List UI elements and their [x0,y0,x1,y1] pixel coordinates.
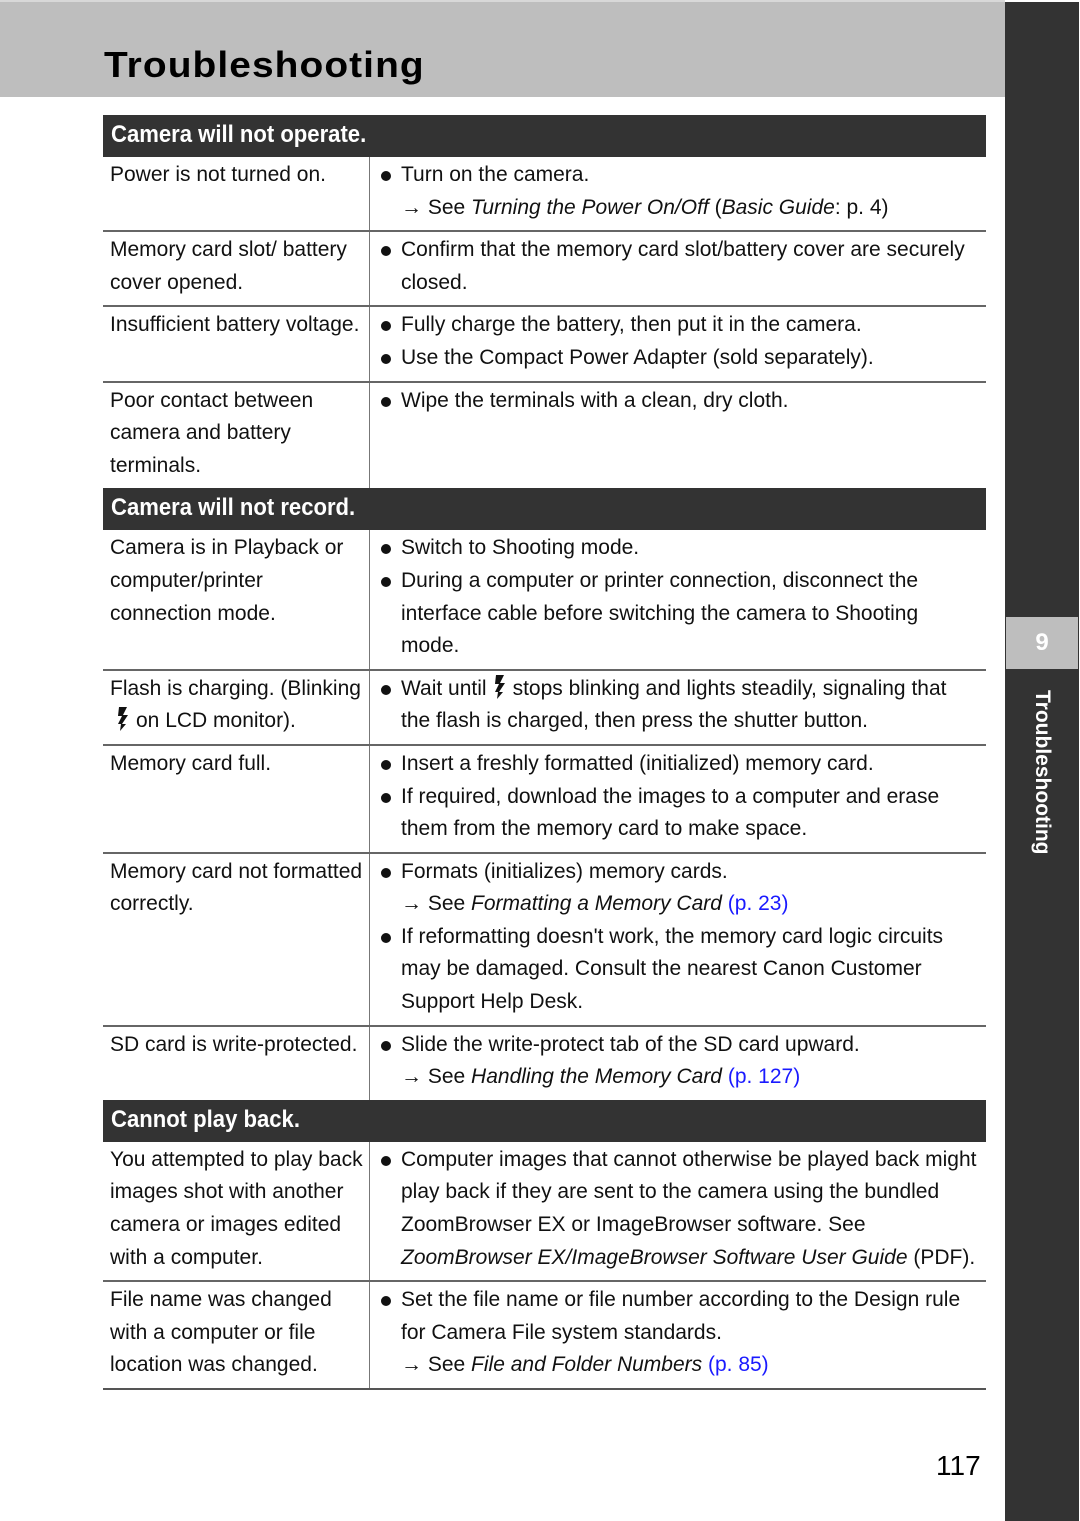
cause-cell: Memory card full. [103,743,370,853]
page-number: 117 [936,1450,981,1481]
solution-cell: Computer images that cannot otherwise be… [370,1142,987,1281]
solution-cell: Turn on the camera. → See Turning the Po… [370,157,987,231]
solution-cell: Insert a freshly formatted (initialized)… [369,743,986,853]
flash-icon [494,674,505,699]
table-row: You attempted to play back images shot w… [103,1141,987,1282]
solution-cell: Switch to Shooting mode. During a comput… [370,530,987,669]
cause-cell: Memory card not formatted correctly. [103,851,370,1026]
solution-bullet: Confirm that the memory card slot/batter… [377,234,980,299]
page-title: Troubleshooting [104,44,425,85]
solution-bullet: If required, download the images to a co… [377,781,980,846]
section-heading-camera-will-not-operate: Camera will not operate. [103,115,986,157]
table-row: SD card is write-protected. Slide the wr… [103,1024,986,1100]
solution-cell: Set the file name or file number accordi… [369,1280,986,1390]
table-row: Insufficient battery voltage. Fully char… [103,305,986,382]
cause-cell: Insufficient battery voltage. [103,305,370,382]
troubleshooting-content: Camera will not operate. Power is not tu… [103,115,986,1390]
page-link[interactable]: (p. 23) [722,892,789,915]
cause-cell: File name was changed with a computer or… [103,1280,370,1390]
solution-cell: Fully charge the battery, then put it in… [369,305,986,382]
cross-reference: → See Handling the Memory Card (p. 127) [401,1065,801,1089]
chapter-number: 9 [1006,617,1078,669]
cause-cell: Camera is in Playback or computer/printe… [103,530,370,670]
solution-bullet: Formats (initializes) memory cards. [377,856,980,889]
solution-bullet: Insert a freshly formatted (initialized)… [377,748,980,781]
table-row: Flash is charging. (Blinkingon LCD monit… [103,668,986,745]
solution-cell: Wipe the terminals with a clean, dry clo… [369,380,986,489]
cause-cell: SD card is write-protected. [103,1024,370,1100]
cause-cell: Power is not turned on. [103,157,370,232]
side-tab-label-text: Troubleshooting [1031,690,1054,855]
page-link[interactable]: (p. 127) [722,1065,800,1088]
solution-bullet: Wipe the terminals with a clean, dry clo… [377,385,980,418]
table-row: File name was changed with a computer or… [103,1280,986,1390]
solution-bullet: Use the Compact Power Adapter (sold sepa… [377,342,980,375]
solution-bullet: Turn on the camera. [377,159,980,192]
solution-bullet: During a computer or printer connection,… [377,565,980,663]
solution-cell: Wait until stops blinking and lights stea… [369,668,986,745]
cross-reference: → See File and Folder Numbers (p. 85) [401,1353,769,1377]
table-row: Memory card not formatted correctly. For… [103,851,986,1026]
section-table-playback: You attempted to play back images shot w… [103,1141,987,1390]
section-heading-camera-will-not-record: Camera will not record. [103,488,986,531]
cause-cell: You attempted to play back images shot w… [103,1141,370,1282]
table-row: Poor contact between camera and battery … [103,380,986,489]
cross-reference: → See Turning the Power On/Off (Basic Gu… [401,195,889,219]
flash-icon [118,707,128,732]
section-heading-cannot-play-back: Cannot play back. [103,1099,986,1142]
table-row: Power is not turned on. Turn on the came… [103,157,987,232]
section-table-record: Camera is in Playback or computer/printe… [103,530,986,1100]
solution-bullet: If reformatting doesn't work, the memory… [377,921,980,1019]
table-row: Memory card slot/ battery cover opened. … [103,230,986,307]
solution-cell: Slide the write-protect tab of the SD ca… [369,1024,986,1100]
cause-cell: Poor contact between camera and battery … [103,380,370,489]
solution-cell: Formats (initializes) memory cards. → Se… [369,851,986,1026]
table-row: Camera is in Playback or computer/printe… [103,530,987,670]
table-row: Memory card full. Insert a freshly forma… [103,743,986,853]
cause-cell: Memory card slot/ battery cover opened. [103,230,370,307]
solution-bullet: Set the file name or file number accordi… [377,1284,980,1349]
solution-bullet: Wait until stops blinking and lights stea… [377,673,980,738]
section-table-operate: Power is not turned on. Turn on the came… [103,157,987,489]
solution-bullet: Slide the write-protect tab of the SD ca… [377,1029,980,1062]
cross-reference: → See Formatting a Memory Card (p. 23) [401,892,789,916]
page-link[interactable]: (p. 85) [702,1353,769,1376]
solution-bullet: Computer images that cannot otherwise be… [377,1144,980,1274]
cause-cell: Flash is charging. (Blinkingon LCD monit… [103,668,370,745]
solution-cell: Confirm that the memory card slot/batter… [369,230,986,307]
solution-bullet: Switch to Shooting mode. [377,532,980,565]
solution-bullet: Fully charge the battery, then put it in… [377,309,980,342]
